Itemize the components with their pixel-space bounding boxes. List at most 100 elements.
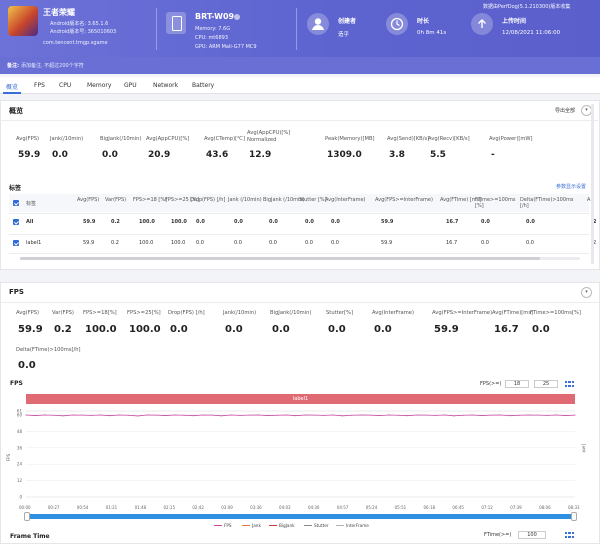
metric-value: 43.6 [206,150,229,160]
metric-value: 12.9 [249,150,272,160]
fps-data-point [248,414,250,416]
column-header[interactable]: Avg(FPS>=InterFrame) [375,197,433,203]
tab-overview[interactable]: 概览 [6,82,18,91]
column-header[interactable]: FTime>=100ms [%] [475,197,517,209]
column-header[interactable]: 标签 [26,201,68,207]
timeline-handle-end[interactable] [571,512,577,521]
x-tick-label: 03:36 [250,505,262,510]
fps-data-point [174,414,176,416]
note-input[interactable]: 添加备注, 不超过200个字符 [21,62,84,69]
column-header[interactable]: Avg(InterFrame) [325,197,367,203]
info-icon[interactable] [234,14,240,20]
tab-fps[interactable]: FPS [34,82,45,89]
legend-entry[interactable]: FPS [224,523,232,528]
timeline-handle-start[interactable] [24,512,30,521]
fps-threshold-label: FPS(>=) [480,381,502,387]
x-tick-label: 08:06 [539,505,551,510]
y-tick-label: 0 [19,495,22,500]
fps-data-point [137,415,139,417]
row-checkbox[interactable] [13,219,19,225]
x-tick-label: 06:45 [452,505,464,510]
app-icon [8,6,38,36]
metric-label: Avg(AppCPU)[%] Normalized [247,130,291,143]
device-memory: Memory: 7.6G [195,26,231,32]
legend-entry[interactable]: Stutter [314,523,329,528]
clock-icon [386,13,408,35]
metric-value: 0.0 [272,324,290,335]
tab-battery[interactable]: Battery [192,82,214,89]
fps-data-point [99,414,101,416]
table-cell: 0.2 [111,240,119,246]
fps-threshold-b[interactable]: 25 [534,380,558,388]
ftime-threshold-label: FTime(>=) [484,532,512,538]
fps-data-point [462,414,464,416]
grid-icon[interactable] [565,381,574,388]
y-tick-label: 24 [17,462,23,467]
label-section-title: 标签 [9,185,22,192]
x-tick-label: 07:39 [510,505,522,510]
table-cell: 0.0 [331,219,340,225]
metric-label: FTime>=100ms[%] [530,310,581,316]
x-tick-label: 01:48 [134,505,147,510]
x-tick-label: 00:00 [19,505,31,510]
y-tick-label: 60 [17,413,23,418]
fps-data-point [192,415,194,417]
metric-label: Avg(Recv)[KB/s] [428,136,470,142]
fps-data-point [527,414,529,416]
tab-cpu[interactable]: CPU [59,82,71,89]
metric-value: 0.0 [18,360,36,371]
table-cell: 0.0 [526,219,535,225]
fps-data-point [90,414,92,416]
horizontal-scrollbar[interactable] [20,257,580,260]
x-tick-label: 05:51 [394,505,407,510]
y-tick-label: 48 [17,429,23,434]
frame-time-title: Frame Time [10,533,50,540]
fps-data-point [323,414,325,416]
grid-icon[interactable] [565,532,574,539]
fps-chart: 6160483624120 [17,409,576,500]
legend-entry[interactable]: BigJank [279,523,295,528]
note-bar[interactable]: 备注: 添加备注, 不超过200个字符 [0,57,600,74]
tab-gpu[interactable]: GPU [124,82,137,89]
duration-value: 0h 8m 41s [417,30,447,36]
column-header[interactable]: Drop(FPS) [/h] [190,197,232,203]
vertical-scrollbar[interactable] [591,104,594,264]
row-checkbox[interactable] [13,240,19,246]
fps-data-point [555,414,557,416]
legend-swatch [304,525,312,526]
export-all-link[interactable]: 导出全部 [555,107,575,114]
fps-data-point [434,414,436,416]
metric-value: 0.0 [52,150,68,160]
table-cell: 0.0 [196,219,205,225]
x-tick-label: 02:42 [192,505,204,510]
fps-data-point [155,414,157,416]
tab-memory[interactable]: Memory [87,82,111,89]
upload-value: 12/08/2021 11:06:00 [502,30,561,36]
y-tick-label: 36 [17,445,23,450]
legend-entry[interactable]: Jank [252,523,261,528]
tab-network[interactable]: Network [153,82,178,89]
legend-swatch [336,525,344,526]
metric-value: 0.0 [532,324,550,335]
column-header[interactable]: Delta(FTime)>100ms [/h] [520,197,573,209]
fps-data-point [295,415,297,417]
metric-value: 20.9 [148,150,171,160]
fps-data-point [183,414,185,416]
metric-value: 5.5 [430,150,446,160]
legend-entry[interactable]: InterFrame [346,523,369,528]
table-cell: 100.0 [139,240,154,246]
fps-threshold-a[interactable]: 18 [505,380,529,388]
timeline-range-bar[interactable] [26,514,575,519]
fps-data-point [407,415,409,417]
scroll-thumb[interactable] [20,257,540,260]
select-all-checkbox[interactable] [13,200,19,206]
fps-data-point [379,415,381,417]
table-cell: 100.0 [171,219,187,225]
collapse-icon[interactable]: ▾ [581,287,592,298]
fps-data-point [72,414,74,416]
device-name: BRT-W09 [195,12,235,21]
ftime-threshold-input[interactable]: 100 [518,531,546,539]
label-band[interactable]: label1 [26,394,575,404]
fps-data-point [239,414,241,416]
display-settings-link[interactable]: 参数显示设置 [556,183,586,190]
